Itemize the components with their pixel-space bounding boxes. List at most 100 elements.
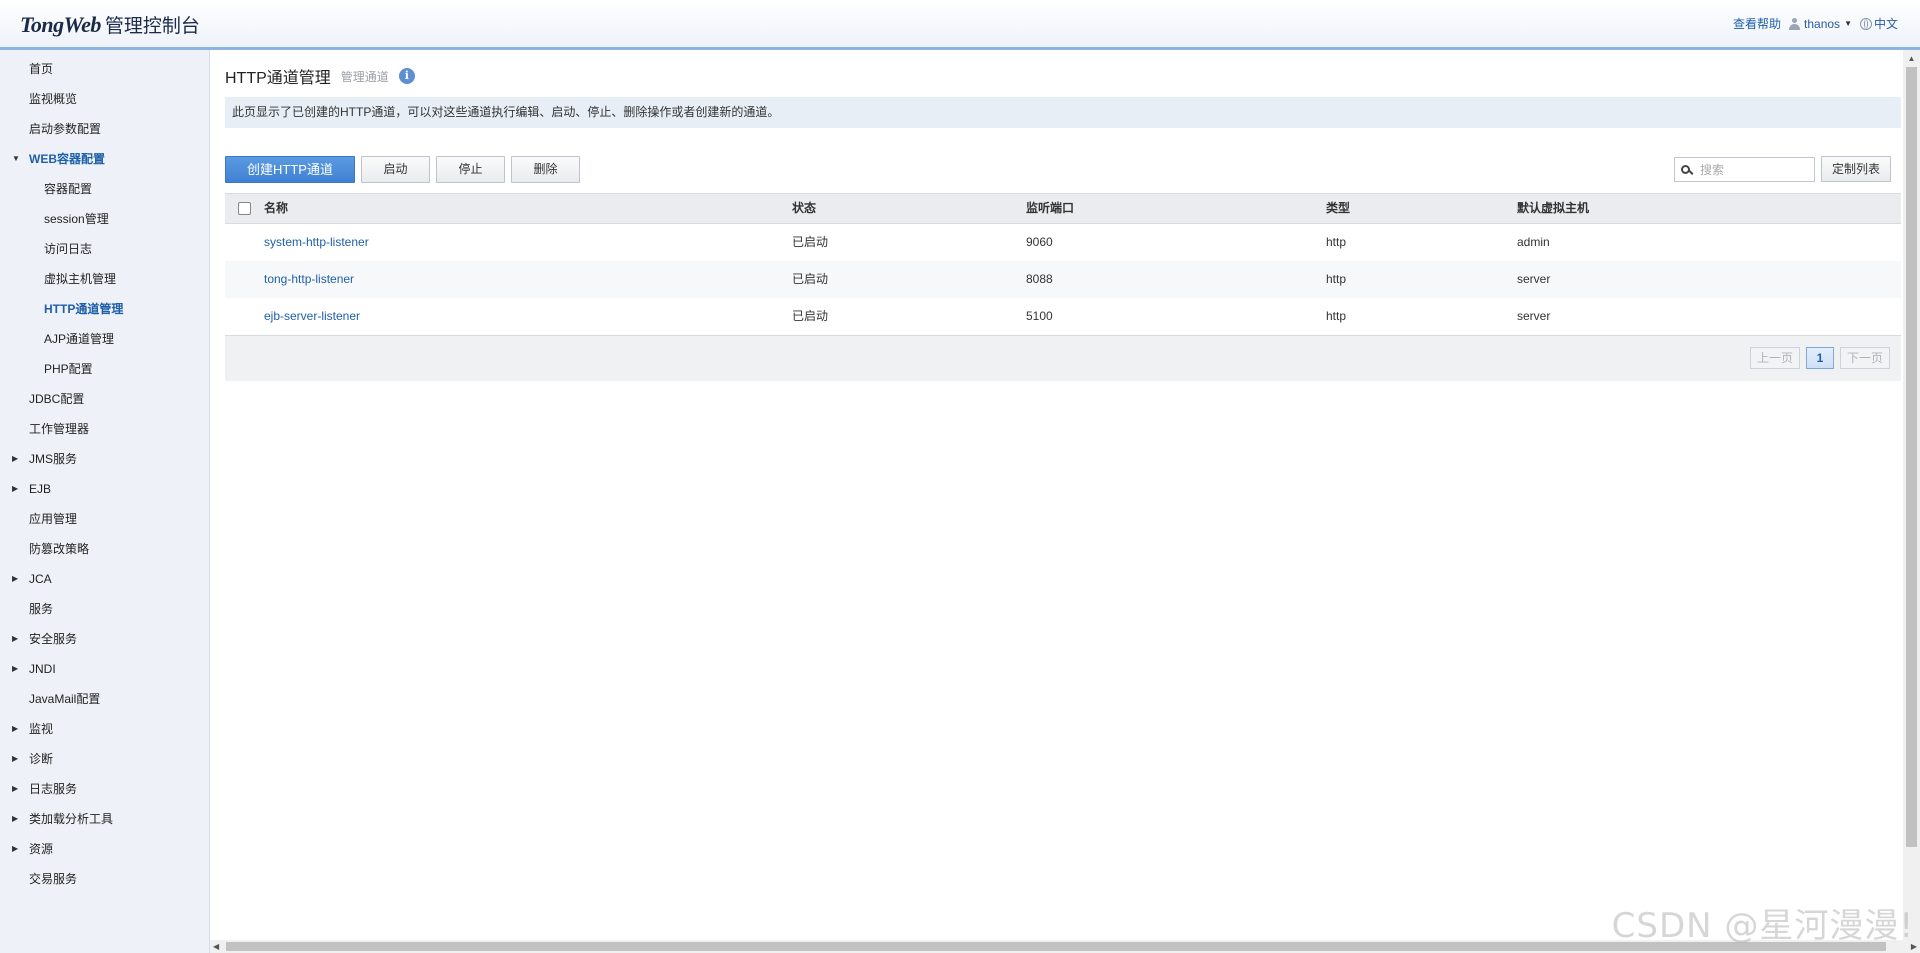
info-icon[interactable]: i	[398, 68, 415, 84]
language-label: 中文	[1873, 17, 1898, 31]
channel-name-link[interactable]: system-http-listener	[264, 224, 369, 261]
sidebar-item-label: 日志服务	[29, 782, 78, 796]
sidebar-item-javamail[interactable]: JavaMail配置	[0, 684, 209, 714]
column-header-type[interactable]: 类型	[1326, 194, 1350, 223]
page-subtitle: 管理通道	[340, 69, 389, 84]
channel-port: 9060	[1026, 235, 1053, 249]
language-switch[interactable]: 中文	[1859, 15, 1898, 32]
sidebar-item-label: JavaMail配置	[29, 692, 101, 706]
sidebar-item-label: 虚拟主机管理	[44, 272, 117, 286]
chevron-right-icon[interactable]: ▶	[12, 714, 18, 744]
search-icon	[1681, 165, 1690, 174]
sidebar-item-monitor[interactable]: ▶ 监视	[0, 714, 209, 744]
scrollbar-thumb[interactable]	[1906, 67, 1917, 847]
sidebar-item-startup-params[interactable]: 启动参数配置	[0, 114, 209, 144]
sidebar-item-classloader-tool[interactable]: ▶ 类加载分析工具	[0, 804, 209, 834]
chevron-down-icon[interactable]: ▼	[12, 144, 20, 174]
chevron-right-icon[interactable]: ▶	[12, 624, 18, 654]
help-link[interactable]: 查看帮助	[1733, 15, 1781, 32]
create-http-channel-button[interactable]: 创建HTTP通道	[225, 156, 355, 183]
main-content: HTTP通道管理 管理通道 i 此页显示了已创建的HTTP通道，可以对这些通道执…	[210, 50, 1903, 940]
table-header: 名称 状态 监听端口 类型 默认虚拟主机	[225, 193, 1901, 224]
sidebar-item-jms[interactable]: ▶ JMS服务	[0, 444, 209, 474]
sidebar-item-transaction[interactable]: 交易服务	[0, 864, 209, 894]
chevron-right-icon[interactable]: ▶	[12, 744, 18, 774]
sidebar-item-app-management[interactable]: 应用管理	[0, 504, 209, 534]
sidebar-item-web-container[interactable]: ▼ WEB容器配置	[0, 144, 209, 174]
user-menu[interactable]: thanos ▼	[1789, 17, 1852, 31]
channel-port: 5100	[1026, 309, 1053, 323]
sidebar-item-virtual-host[interactable]: 虚拟主机管理	[0, 264, 209, 294]
stop-button[interactable]: 停止	[436, 156, 505, 183]
search-box[interactable]	[1674, 157, 1815, 182]
next-page-button[interactable]: 下一页	[1839, 347, 1890, 369]
table-row[interactable]: system-http-listener 已启动 9060 http admin	[225, 224, 1901, 261]
chevron-down-icon: ▼	[1844, 19, 1852, 28]
channel-status: 已启动	[792, 235, 829, 249]
sidebar-item-label: 服务	[29, 602, 54, 616]
sidebar-item-diagnostics[interactable]: ▶ 诊断	[0, 744, 209, 774]
vertical-scrollbar[interactable]: ▲	[1903, 50, 1920, 940]
sidebar-item-jndi[interactable]: ▶ JNDI	[0, 654, 209, 684]
chevron-right-icon[interactable]: ▶	[12, 834, 18, 864]
sidebar-item-label: 访问日志	[44, 242, 93, 256]
top-bar: TongWeb 管理控制台 查看帮助 thanos ▼ 中文	[0, 0, 1920, 50]
scroll-left-icon[interactable]: ◀	[213, 940, 219, 953]
channel-type: http	[1326, 309, 1347, 323]
table-row[interactable]: ejb-server-listener 已启动 5100 http server	[225, 298, 1901, 335]
pagination-bar: 上一页 1 下一页	[225, 335, 1901, 381]
sidebar-item-label: 首页	[29, 62, 54, 76]
page-title: HTTP通道管理	[225, 70, 331, 87]
search-input[interactable]	[1698, 161, 1812, 178]
sidebar-item-php[interactable]: PHP配置	[0, 354, 209, 384]
sidebar-item-label: 类加载分析工具	[29, 812, 114, 826]
sidebar-item-label: 防篡改策略	[29, 542, 90, 556]
table-row[interactable]: tong-http-listener 已启动 8088 http server	[225, 261, 1901, 298]
sidebar-item-jca[interactable]: ▶ JCA	[0, 564, 209, 594]
column-header-virtual-host[interactable]: 默认虚拟主机	[1517, 194, 1589, 223]
chevron-right-icon[interactable]: ▶	[12, 444, 18, 474]
scroll-up-icon[interactable]: ▲	[1903, 50, 1920, 67]
sidebar-item-log-service[interactable]: ▶ 日志服务	[0, 774, 209, 804]
sidebar-item-home[interactable]: 首页	[0, 54, 209, 84]
chevron-right-icon[interactable]: ▶	[12, 564, 18, 594]
chevron-right-icon[interactable]: ▶	[12, 654, 18, 684]
sidebar-item-monitor-overview[interactable]: 监视概览	[0, 84, 209, 114]
column-header-name[interactable]: 名称	[264, 194, 288, 223]
delete-button[interactable]: 删除	[511, 156, 580, 183]
column-header-port[interactable]: 监听端口	[1026, 194, 1074, 223]
sidebar-item-jdbc[interactable]: JDBC配置	[0, 384, 209, 414]
page-number-current[interactable]: 1	[1805, 347, 1834, 369]
page-header: HTTP通道管理 管理通道 i	[225, 64, 415, 88]
sidebar-item-services[interactable]: 服务	[0, 594, 209, 624]
sidebar-item-ejb[interactable]: ▶ EJB	[0, 474, 209, 504]
sidebar-item-label: 诊断	[29, 752, 54, 766]
logo-subtitle: 管理控制台	[104, 15, 200, 37]
channel-type: http	[1326, 235, 1347, 249]
chevron-right-icon[interactable]: ▶	[12, 774, 18, 804]
sidebar-item-access-log[interactable]: 访问日志	[0, 234, 209, 264]
select-all-checkbox[interactable]	[238, 202, 251, 215]
sidebar-item-tamper-policy[interactable]: 防篡改策略	[0, 534, 209, 564]
sidebar-item-label: HTTP通道管理	[44, 302, 124, 316]
channel-virtual-host: server	[1517, 272, 1551, 286]
chevron-right-icon[interactable]: ▶	[12, 804, 18, 834]
chevron-right-icon[interactable]: ▶	[12, 474, 18, 504]
sidebar-nav: 首页 监视概览 启动参数配置 ▼ WEB容器配置 容器配置 session管理 访…	[0, 50, 209, 894]
prev-page-button[interactable]: 上一页	[1749, 347, 1800, 369]
channel-name-link[interactable]: tong-http-listener	[264, 261, 354, 298]
sidebar-item-ajp-channel[interactable]: AJP通道管理	[0, 324, 209, 354]
sidebar-item-session[interactable]: session管理	[0, 204, 209, 234]
sidebar-item-http-channel[interactable]: HTTP通道管理	[0, 294, 209, 324]
column-header-status[interactable]: 状态	[792, 194, 816, 223]
channel-name-link[interactable]: ejb-server-listener	[264, 298, 360, 335]
sidebar-item-work-manager[interactable]: 工作管理器	[0, 414, 209, 444]
start-button[interactable]: 启动	[361, 156, 430, 183]
globe-icon	[1859, 17, 1872, 30]
watermark: CSDN @星河漫漫!	[1611, 906, 1914, 946]
sidebar-item-security[interactable]: ▶ 安全服务	[0, 624, 209, 654]
customize-list-button[interactable]: 定制列表	[1821, 156, 1891, 182]
sidebar-item-label: WEB容器配置	[29, 152, 105, 166]
sidebar-item-resources[interactable]: ▶ 资源	[0, 834, 209, 864]
sidebar-item-container-config[interactable]: 容器配置	[0, 174, 209, 204]
